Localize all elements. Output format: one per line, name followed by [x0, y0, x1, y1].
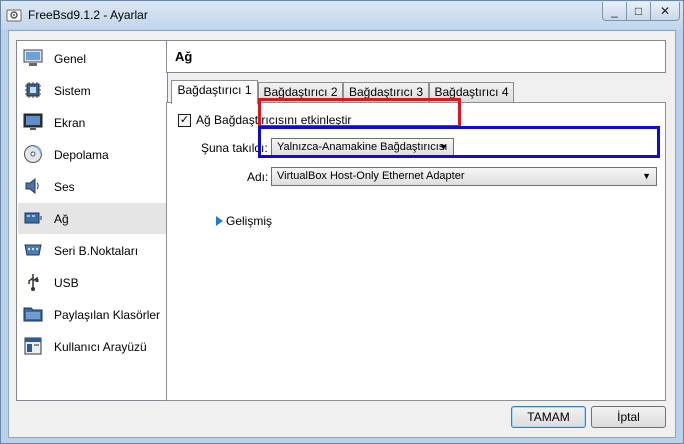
- disk-icon: [24, 145, 42, 163]
- ok-button[interactable]: TAMAM: [511, 406, 586, 428]
- sidebar-item-label: Depolama: [54, 148, 109, 162]
- sidebar-item-ses[interactable]: Ses: [18, 171, 167, 202]
- window-title: FreeBsd9.1.2 - Ayarlar: [28, 8, 148, 22]
- adapter-name-value: VirtualBox Host-Only Ethernet Adapter: [277, 170, 465, 182]
- sidebar-item-usb[interactable]: USB: [18, 267, 167, 298]
- maximize-button[interactable]: □: [626, 2, 651, 21]
- sidebar-item-label: Genel: [54, 52, 87, 66]
- expand-arrow-icon[interactable]: [216, 216, 223, 226]
- virtualbox-app-icon: [6, 9, 22, 22]
- minimize-button[interactable]: _: [602, 2, 627, 21]
- sidebar-item-depolama[interactable]: Depolama: [18, 139, 167, 170]
- sidebar-item-ekran[interactable]: Ekran: [18, 107, 167, 138]
- settings-sidebar: Genel Sistem Ekran Depolama Ses Ağ Seri …: [16, 40, 168, 401]
- display-icon: [23, 113, 43, 130]
- speaker-icon: [25, 177, 39, 195]
- sidebar-item-label: Ağ: [54, 212, 69, 226]
- shared-folder-icon: [23, 307, 43, 322]
- close-button[interactable]: ✕: [650, 2, 680, 21]
- adapter-name-select[interactable]: VirtualBox Host-Only Ethernet Adapter ▼: [271, 167, 657, 186]
- page-title: Ağ: [175, 49, 193, 64]
- chevron-down-icon: ▼: [642, 171, 651, 181]
- sidebar-item-label: Sistem: [54, 84, 91, 98]
- sidebar-item-seri-b-noktalari[interactable]: Seri B.Noktaları: [18, 235, 167, 266]
- sidebar-item-label: Ekran: [54, 116, 86, 130]
- sidebar-item-kullanici-arayuzu[interactable]: Kullanıcı Arayüzü: [18, 331, 167, 362]
- cancel-button[interactable]: İptal: [591, 406, 666, 428]
- user-interface-icon: [24, 337, 42, 355]
- serial-port-icon: [24, 244, 42, 256]
- sidebar-item-genel[interactable]: Genel: [18, 43, 167, 74]
- sidebar-item-paylasilan-klasorler[interactable]: Paylaşılan Klasörler: [18, 299, 167, 330]
- enable-adapter-checkbox[interactable]: ✓: [178, 114, 191, 127]
- advanced-toggle[interactable]: Gelişmiş: [226, 214, 272, 228]
- dialog-client: Genel Sistem Ekran Depolama Ses Ağ Seri …: [8, 30, 676, 438]
- tab-adapter-1[interactable]: Bağdaştırıcı 1: [171, 80, 258, 104]
- sidebar-item-label: Kullanıcı Arayüzü: [54, 340, 147, 354]
- sidebar-item-sistem[interactable]: Sistem: [18, 75, 167, 106]
- adapter-name-highlight: [258, 126, 660, 158]
- sidebar-item-label: Seri B.Noktaları: [54, 244, 139, 258]
- chip-icon: [25, 82, 41, 98]
- attached-to-highlight: [258, 98, 461, 128]
- settings-window: FreeBsd9.1.2 - Ayarlar _ □ ✕ Genel Siste…: [0, 0, 684, 444]
- network-icon: [24, 212, 42, 224]
- adapter-name-label: Adı:: [247, 170, 269, 184]
- monitor-icon: [23, 49, 43, 66]
- title-bar[interactable]: FreeBsd9.1.2 - Ayarlar _ □ ✕: [1, 1, 683, 29]
- usb-icon: [28, 274, 39, 291]
- sidebar-item-label: USB: [54, 276, 79, 290]
- page-header: Ağ: [166, 40, 666, 73]
- sidebar-item-label: Paylaşılan Klasörler: [54, 308, 161, 322]
- sidebar-item-label: Ses: [54, 180, 75, 194]
- sidebar-item-ag[interactable]: Ağ: [18, 203, 167, 234]
